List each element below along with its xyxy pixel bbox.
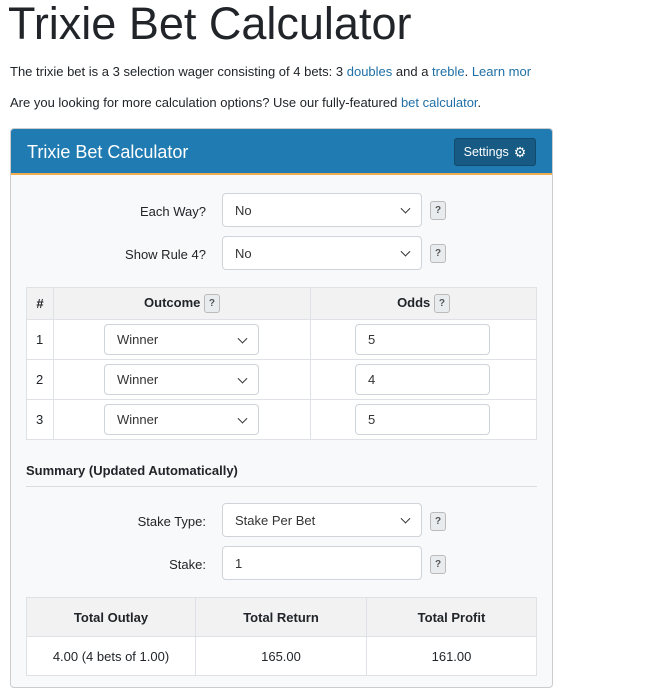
stake-type-help-button[interactable]: ? — [430, 512, 446, 531]
total-outlay-header: Total Outlay — [26, 597, 196, 637]
rule4-help-button[interactable]: ? — [430, 244, 446, 263]
doubles-link[interactable]: doubles — [347, 64, 393, 79]
outcome-value: Winner — [117, 412, 159, 427]
outcome-value: Winner — [117, 372, 159, 387]
chevron-down-icon — [400, 246, 411, 257]
learn-more-link[interactable]: Learn mor — [472, 64, 531, 79]
stake-help-button[interactable]: ? — [430, 555, 446, 574]
outcome-select[interactable]: Winner — [104, 364, 259, 395]
total-return-value: 165.00 — [195, 636, 367, 676]
chevron-down-icon — [237, 373, 248, 384]
outcome-select[interactable]: Winner — [104, 404, 259, 435]
stake-type-value: Stake Per Bet — [235, 512, 316, 528]
table-row: 2 Winner 4 — [26, 359, 537, 400]
selections-table: # Outcome ? Odds ? 1 Winner 5 2 Winner 4… — [26, 287, 537, 440]
gear-icon: ⚙ — [513, 143, 527, 160]
table-row: 1 Winner 5 — [26, 319, 537, 360]
page-title: Trixie Bet Calculator — [8, 0, 412, 49]
options-text-part: Are you looking for more calculation opt… — [10, 95, 401, 110]
chevron-down-icon — [400, 203, 411, 214]
settings-button[interactable]: Settings ⚙ — [454, 138, 536, 166]
calculator-panel: Trixie Bet Calculator Settings ⚙ Each Way… — [10, 128, 553, 688]
divider — [26, 486, 537, 487]
options-text-part: . — [477, 95, 482, 110]
total-profit-header: Total Profit — [366, 597, 537, 637]
chevron-down-icon — [237, 413, 248, 424]
stake-type-select[interactable]: Stake Per Bet — [222, 503, 422, 537]
chevron-down-icon — [237, 333, 248, 344]
outcome-value: Winner — [117, 332, 159, 347]
stake-type-label: Stake Type: — [137, 514, 206, 529]
table-row: 3 Winner 5 — [26, 399, 537, 440]
total-return-header: Total Return — [195, 597, 367, 637]
each-way-select[interactable]: No — [222, 193, 422, 227]
row-number: 1 — [26, 319, 54, 360]
odds-input[interactable]: 5 — [355, 404, 490, 435]
odds-input[interactable]: 5 — [355, 324, 490, 355]
treble-link[interactable]: treble — [432, 64, 465, 79]
outcome-select[interactable]: Winner — [104, 324, 259, 355]
intro-text-part: . — [464, 64, 472, 79]
rule4-select[interactable]: No — [222, 236, 422, 270]
odds-help-button[interactable]: ? — [433, 294, 450, 313]
stake-input[interactable]: 1 — [222, 546, 422, 580]
bet-calculator-link[interactable]: bet calculator — [401, 95, 478, 110]
rule4-value: No — [235, 245, 252, 261]
intro-text-part: and a — [392, 64, 433, 79]
total-outlay-value: 4.00 (4 bets of 1.00) — [26, 636, 196, 676]
outcome-header-label: Outcome — [144, 294, 201, 310]
total-profit-value: 161.00 — [366, 636, 537, 676]
each-way-help-button[interactable]: ? — [430, 201, 446, 220]
col-odds: Odds ? — [310, 287, 537, 320]
odds-input[interactable]: 4 — [355, 364, 490, 395]
intro-text-part: The trixie bet is a 3 selection wager co… — [10, 64, 347, 79]
row-number: 3 — [26, 399, 54, 440]
options-text: Are you looking for more calculation opt… — [10, 95, 481, 110]
settings-label: Settings — [463, 145, 509, 159]
each-way-value: No — [235, 202, 252, 218]
col-number: # — [26, 287, 54, 320]
rule4-label: Show Rule 4? — [125, 247, 206, 262]
intro-text: The trixie bet is a 3 selection wager co… — [10, 64, 531, 79]
col-outcome: Outcome ? — [53, 287, 311, 320]
outcome-help-button[interactable]: ? — [203, 294, 220, 313]
each-way-label: Each Way? — [140, 204, 206, 219]
results-table: Total Outlay Total Return Total Profit 4.0… — [26, 597, 537, 676]
chevron-down-icon — [400, 513, 411, 524]
stake-label: Stake: — [169, 557, 206, 572]
panel-title: Trixie Bet Calculator — [27, 142, 189, 162]
odds-header-label: Odds — [397, 294, 431, 310]
summary-heading: Summary (Updated Automatically) — [26, 463, 238, 478]
row-number: 2 — [26, 359, 54, 400]
panel-header: Trixie Bet Calculator Settings ⚙ — [11, 129, 552, 175]
